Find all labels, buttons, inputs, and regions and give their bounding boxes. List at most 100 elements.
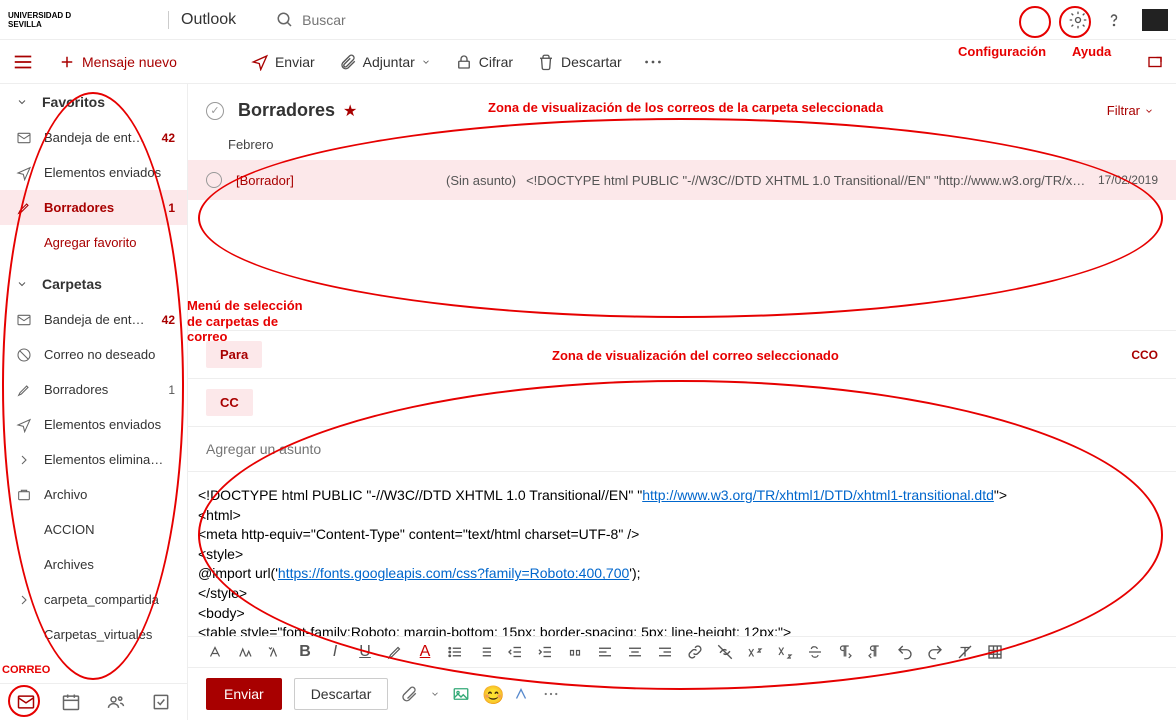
signature-icon[interactable] (512, 685, 530, 703)
font-size-down-icon[interactable] (266, 643, 284, 661)
cc-chip[interactable]: CC (206, 389, 253, 416)
bullets-icon[interactable] (446, 643, 464, 661)
body-text: </style> (198, 585, 247, 601)
star-icon[interactable]: ★ (343, 101, 357, 121)
tasks-icon[interactable] (151, 692, 171, 712)
to-row[interactable]: Para CCO (188, 331, 1176, 379)
chevron-down-icon (421, 57, 431, 67)
encrypt-button[interactable]: Cifrar (443, 40, 525, 83)
sidebar-count: 42 (162, 131, 175, 145)
image-icon[interactable] (452, 685, 470, 703)
send-icon (251, 53, 269, 71)
row-checkbox[interactable] (206, 172, 222, 188)
sidebar-item[interactable]: ACCION (0, 512, 187, 547)
more-icon[interactable] (642, 51, 664, 73)
sidebar-footer (0, 683, 187, 720)
sidebar-item[interactable]: Archives (0, 547, 187, 582)
folder-icon (16, 130, 32, 146)
send-bar: Enviar Descartar 😊 (188, 668, 1176, 720)
rtl-icon[interactable] (866, 643, 884, 661)
bold-icon[interactable]: B (296, 643, 314, 661)
mail-row[interactable]: [Borrador] (Sin asunto) <!DOCTYPE html P… (188, 160, 1176, 200)
sidebar-item[interactable]: Elementos elimina… (0, 442, 187, 477)
table-icon[interactable] (986, 643, 1004, 661)
calendar-icon[interactable] (61, 692, 81, 712)
sidebar-item[interactable]: Archivo (0, 477, 187, 512)
mail-date: 17/02/2019 (1098, 173, 1158, 187)
compose-body[interactable]: <!DOCTYPE html PUBLIC "-//W3C//DTD XHTML… (188, 472, 1176, 636)
compose-discard-button[interactable]: Descartar (294, 678, 389, 710)
new-message-button[interactable]: Mensaje nuevo (46, 40, 189, 83)
body-link[interactable]: https://fonts.googleapis.com/css?family=… (278, 565, 629, 581)
font-color-icon[interactable]: A (416, 643, 434, 661)
send-button[interactable]: Enviar (239, 40, 327, 83)
emoji-icon[interactable]: 😊 (482, 685, 500, 703)
discard-label: Descartar (561, 54, 622, 70)
subject-input[interactable] (188, 427, 1176, 472)
quote-icon[interactable] (566, 643, 584, 661)
chevron-down-icon[interactable] (430, 689, 440, 699)
sidebar-item[interactable]: Borradores1 (0, 190, 187, 225)
filter-button[interactable]: Filtrar (1107, 103, 1154, 118)
body-link[interactable]: http://www.w3.org/TR/xhtml1/DTD/xhtml1-t… (642, 487, 994, 503)
to-chip[interactable]: Para (206, 341, 262, 368)
unlink-icon[interactable] (716, 643, 734, 661)
settings-button[interactable] (1064, 6, 1092, 34)
strikethrough-icon[interactable] (806, 643, 824, 661)
sidebar-item[interactable]: Elementos enviados (0, 155, 187, 190)
sidebar-count: 1 (168, 201, 175, 215)
favorites-header[interactable]: Favoritos (0, 84, 187, 120)
font-size-icon[interactable] (236, 643, 254, 661)
outdent-icon[interactable] (506, 643, 524, 661)
folder-icon (16, 592, 32, 608)
subscript-icon[interactable] (776, 643, 794, 661)
align-right-icon[interactable] (656, 643, 674, 661)
underline-icon[interactable]: U (356, 643, 374, 661)
undo-icon[interactable] (896, 643, 914, 661)
italic-icon[interactable]: I (326, 643, 344, 661)
mail-icon[interactable] (16, 692, 36, 712)
open-pane-icon[interactable] (1146, 53, 1164, 71)
link-icon[interactable] (686, 643, 704, 661)
align-center-icon[interactable] (626, 643, 644, 661)
chevron-down-icon (16, 96, 28, 108)
align-left-icon[interactable] (596, 643, 614, 661)
numbering-icon[interactable] (476, 643, 494, 661)
account-tile[interactable] (1142, 9, 1168, 31)
attach-small-icon[interactable] (400, 685, 418, 703)
sidebar-item[interactable]: Agregar favorito (0, 225, 187, 260)
people-icon[interactable] (106, 692, 126, 712)
indent-icon[interactable] (536, 643, 554, 661)
sidebar-item-label: Agregar favorito (44, 235, 175, 250)
sidebar-item[interactable]: carpeta_compartida (0, 582, 187, 617)
sidebar-item[interactable]: Bandeja de ent…42 (0, 120, 187, 155)
sidebar-item[interactable]: Elementos enviados (0, 407, 187, 442)
compose-send-button[interactable]: Enviar (206, 678, 282, 710)
sidebar-item[interactable]: Borradores1 (0, 372, 187, 407)
search-input[interactable] (302, 12, 502, 28)
bcc-toggle[interactable]: CCO (1131, 348, 1158, 362)
cc-row[interactable]: CC (188, 379, 1176, 427)
sidebar-item[interactable]: Bandeja de ent…42 (0, 302, 187, 337)
help-button[interactable] (1100, 6, 1128, 34)
folders-header[interactable]: Carpetas (0, 266, 187, 302)
clear-format-icon[interactable] (956, 643, 974, 661)
more-icon[interactable] (542, 685, 560, 703)
search-area[interactable] (276, 11, 1064, 29)
superscript-icon[interactable] (746, 643, 764, 661)
sidebar-item[interactable]: Carpetas_virtuales (0, 617, 187, 652)
sidebar-item[interactable]: Correo no deseado (0, 337, 187, 372)
menu-icon[interactable] (12, 51, 34, 73)
sidebar-item-label: Archives (44, 557, 175, 572)
redo-icon[interactable] (926, 643, 944, 661)
font-icon[interactable] (206, 643, 224, 661)
highlight-icon[interactable] (386, 643, 404, 661)
discard-button[interactable]: Descartar (525, 40, 634, 83)
logo-text: UNIVERSIDAD D SEVILLA (8, 4, 98, 36)
chevron-down-icon (16, 278, 28, 290)
select-all-checkbox[interactable] (206, 102, 224, 120)
folder-icon (16, 452, 32, 468)
sidebar-count: 42 (162, 313, 175, 327)
attach-button[interactable]: Adjuntar (327, 40, 443, 83)
ltr-icon[interactable] (836, 643, 854, 661)
